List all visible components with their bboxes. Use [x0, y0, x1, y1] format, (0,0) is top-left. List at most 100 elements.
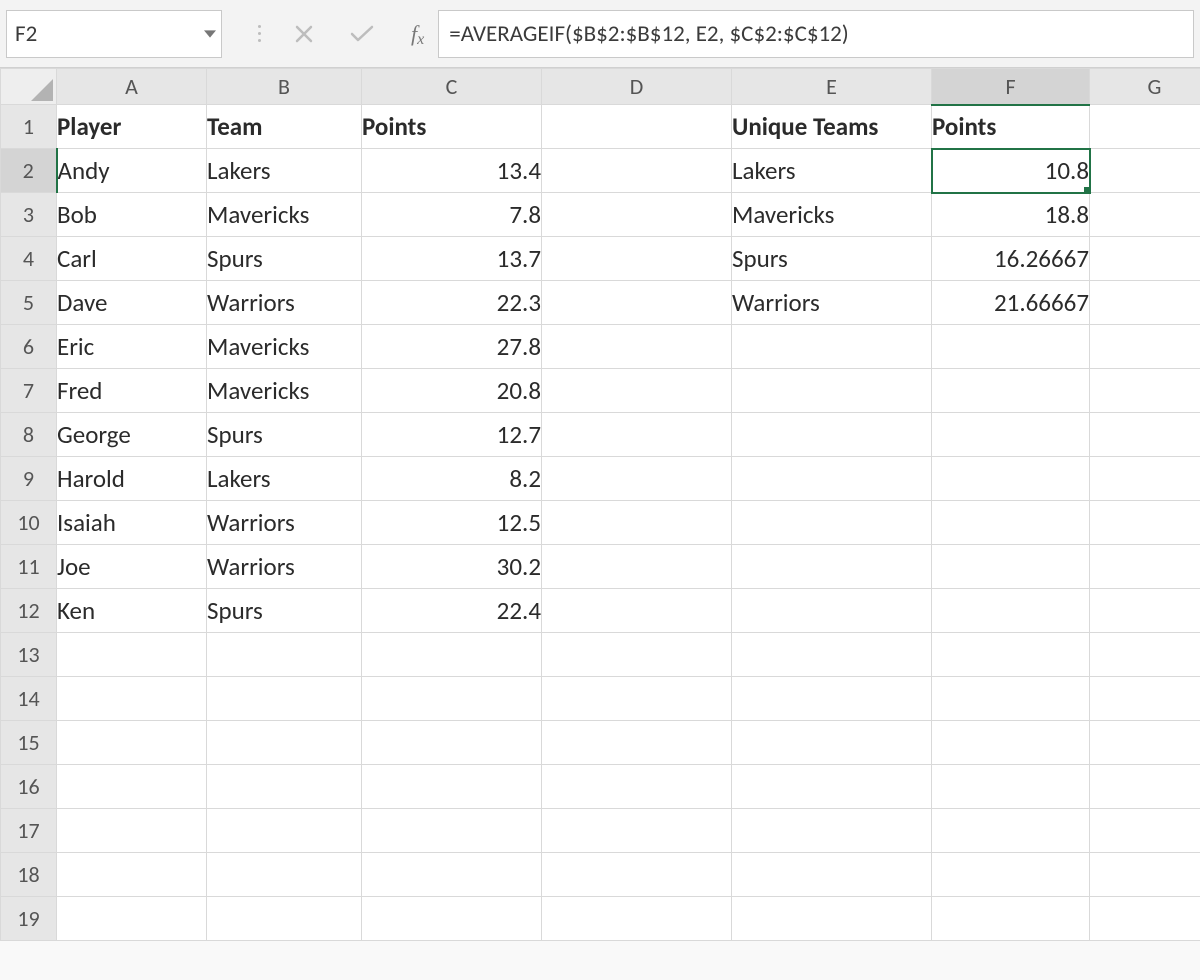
- cell-B2[interactable]: Lakers: [207, 149, 362, 193]
- cell-C8[interactable]: 12.7: [362, 413, 542, 457]
- cell-F2[interactable]: 10.8: [932, 149, 1090, 193]
- cell-F5[interactable]: 21.66667: [932, 281, 1090, 325]
- cell-C16[interactable]: [362, 765, 542, 809]
- cell-A12[interactable]: Ken: [57, 589, 207, 633]
- cell-F10[interactable]: [932, 501, 1090, 545]
- row-header-10[interactable]: 10: [1, 501, 57, 545]
- cell-E7[interactable]: [732, 369, 932, 413]
- cell-D4[interactable]: [542, 237, 732, 281]
- cell-E16[interactable]: [732, 765, 932, 809]
- cell-A5[interactable]: Dave: [57, 281, 207, 325]
- cell-A4[interactable]: Carl: [57, 237, 207, 281]
- cell-B5[interactable]: Warriors: [207, 281, 362, 325]
- cell-D9[interactable]: [542, 457, 732, 501]
- cell-C2[interactable]: 13.4: [362, 149, 542, 193]
- cell-D19[interactable]: [542, 897, 732, 941]
- cell-G9[interactable]: [1090, 457, 1200, 501]
- cell-F13[interactable]: [932, 633, 1090, 677]
- column-header-B[interactable]: B: [207, 69, 362, 105]
- cell-D16[interactable]: [542, 765, 732, 809]
- cell-A18[interactable]: [57, 853, 207, 897]
- cell-B10[interactable]: Warriors: [207, 501, 362, 545]
- cell-A13[interactable]: [57, 633, 207, 677]
- cell-A1[interactable]: Player: [57, 105, 207, 149]
- cell-B19[interactable]: [207, 897, 362, 941]
- cell-D15[interactable]: [542, 721, 732, 765]
- formula-input[interactable]: =AVERAGEIF($B$2:$B$12, E2, $C$2:$C$12): [438, 10, 1194, 58]
- cell-D7[interactable]: [542, 369, 732, 413]
- row-header-9[interactable]: 9: [1, 457, 57, 501]
- cell-E19[interactable]: [732, 897, 932, 941]
- cell-A11[interactable]: Joe: [57, 545, 207, 589]
- cell-D12[interactable]: [542, 589, 732, 633]
- cell-D3[interactable]: [542, 193, 732, 237]
- column-header-E[interactable]: E: [732, 69, 932, 105]
- cell-E13[interactable]: [732, 633, 932, 677]
- cell-F3[interactable]: 18.8: [932, 193, 1090, 237]
- cell-A2[interactable]: Andy: [57, 149, 207, 193]
- name-box[interactable]: [6, 10, 222, 58]
- cell-E5[interactable]: Warriors: [732, 281, 932, 325]
- cell-E4[interactable]: Spurs: [732, 237, 932, 281]
- cell-F1[interactable]: Points: [932, 105, 1090, 149]
- cell-C18[interactable]: [362, 853, 542, 897]
- cell-F7[interactable]: [932, 369, 1090, 413]
- row-header-16[interactable]: 16: [1, 765, 57, 809]
- cell-D14[interactable]: [542, 677, 732, 721]
- cell-B14[interactable]: [207, 677, 362, 721]
- row-header-8[interactable]: 8: [1, 413, 57, 457]
- cell-F14[interactable]: [932, 677, 1090, 721]
- cell-D17[interactable]: [542, 809, 732, 853]
- cell-C12[interactable]: 22.4: [362, 589, 542, 633]
- column-header-A[interactable]: A: [57, 69, 207, 105]
- cell-G4[interactable]: [1090, 237, 1200, 281]
- cell-C10[interactable]: 12.5: [362, 501, 542, 545]
- cell-C15[interactable]: [362, 721, 542, 765]
- row-header-7[interactable]: 7: [1, 369, 57, 413]
- cell-A6[interactable]: Eric: [57, 325, 207, 369]
- cell-F11[interactable]: [932, 545, 1090, 589]
- cell-B13[interactable]: [207, 633, 362, 677]
- cell-E14[interactable]: [732, 677, 932, 721]
- cell-G6[interactable]: [1090, 325, 1200, 369]
- column-header-D[interactable]: D: [542, 69, 732, 105]
- cell-F8[interactable]: [932, 413, 1090, 457]
- cell-G8[interactable]: [1090, 413, 1200, 457]
- cell-C13[interactable]: [362, 633, 542, 677]
- cell-C3[interactable]: 7.8: [362, 193, 542, 237]
- cell-G1[interactable]: [1090, 105, 1200, 149]
- accept-icon[interactable]: [347, 19, 377, 49]
- cell-B12[interactable]: Spurs: [207, 589, 362, 633]
- cell-C5[interactable]: 22.3: [362, 281, 542, 325]
- cell-D13[interactable]: [542, 633, 732, 677]
- cell-G17[interactable]: [1090, 809, 1200, 853]
- cell-G16[interactable]: [1090, 765, 1200, 809]
- cell-C6[interactable]: 27.8: [362, 325, 542, 369]
- cell-D5[interactable]: [542, 281, 732, 325]
- cell-E9[interactable]: [732, 457, 932, 501]
- cell-A17[interactable]: [57, 809, 207, 853]
- row-header-18[interactable]: 18: [1, 853, 57, 897]
- cell-E6[interactable]: [732, 325, 932, 369]
- spreadsheet-grid[interactable]: ABCDEFG1PlayerTeamPointsUnique TeamsPoin…: [0, 68, 1200, 941]
- row-header-1[interactable]: 1: [1, 105, 57, 149]
- cell-A3[interactable]: Bob: [57, 193, 207, 237]
- cell-A7[interactable]: Fred: [57, 369, 207, 413]
- fx-button[interactable]: fx: [397, 10, 438, 57]
- cell-E17[interactable]: [732, 809, 932, 853]
- cell-C9[interactable]: 8.2: [362, 457, 542, 501]
- row-header-17[interactable]: 17: [1, 809, 57, 853]
- cell-F19[interactable]: [932, 897, 1090, 941]
- row-header-19[interactable]: 19: [1, 897, 57, 941]
- cell-A8[interactable]: George: [57, 413, 207, 457]
- row-header-13[interactable]: 13: [1, 633, 57, 677]
- cell-A19[interactable]: [57, 897, 207, 941]
- cell-E3[interactable]: Mavericks: [732, 193, 932, 237]
- row-header-4[interactable]: 4: [1, 237, 57, 281]
- cell-B15[interactable]: [207, 721, 362, 765]
- cell-G13[interactable]: [1090, 633, 1200, 677]
- cell-F6[interactable]: [932, 325, 1090, 369]
- row-header-5[interactable]: 5: [1, 281, 57, 325]
- cell-B7[interactable]: Mavericks: [207, 369, 362, 413]
- cell-E18[interactable]: [732, 853, 932, 897]
